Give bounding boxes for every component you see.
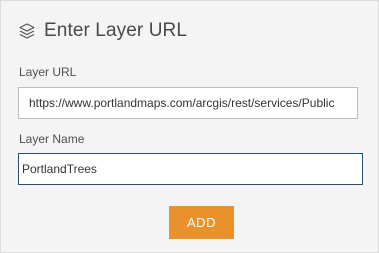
layer-url-label: Layer URL — [19, 65, 77, 79]
layers-icon — [18, 22, 36, 40]
panel-header: Enter Layer URL — [18, 17, 187, 45]
panel-title: Enter Layer URL — [44, 20, 188, 41]
add-button[interactable]: ADD — [169, 206, 234, 239]
layer-name-label: Layer Name — [19, 132, 85, 146]
enter-layer-url-panel: Enter Layer URL Layer URL Layer Name ADD — [0, 0, 379, 253]
layer-name-input[interactable] — [18, 153, 363, 185]
layer-url-input[interactable] — [18, 87, 358, 119]
